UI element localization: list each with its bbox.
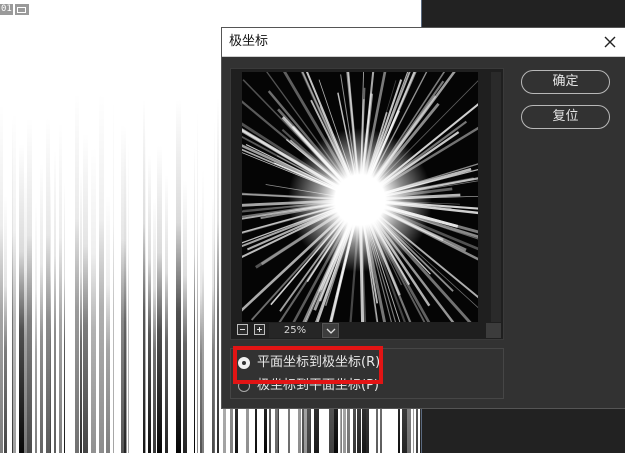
dialog-titlebar[interactable]: 极坐标 [222,28,625,57]
option-label: 极坐标到平面坐标(P) [257,378,379,393]
option-rect-to-polar[interactable]: 平面坐标到极坐标(R) [238,354,380,371]
zoom-in-icon[interactable] [254,324,265,335]
zoom-level: 25% [269,323,321,338]
document-tab-tag: 01 [0,4,29,15]
ok-button[interactable]: 确定 [521,70,610,94]
dialog-title: 极坐标 [229,34,269,49]
preview-scroll-corner [486,323,501,338]
preview-scrollbar[interactable] [491,72,501,322]
zoom-out-icon[interactable] [237,324,248,335]
reset-button[interactable]: 复位 [521,105,610,129]
polar-coordinates-dialog: 极坐标 25% 平面坐标到极坐标(R) 极坐标到平面坐标(P) 确定 复位 [221,27,625,409]
preview-panel [230,68,504,340]
option-label: 平面坐标到极坐标(R) [257,355,381,370]
image-icon [14,4,29,15]
conversion-options-group: 平面坐标到极坐标(R) 极坐标到平面坐标(P) [230,348,504,399]
zoom-dropdown-button[interactable] [322,323,339,338]
preview-image[interactable] [242,72,478,322]
option-polar-to-rect[interactable]: 极坐标到平面坐标(P) [238,377,379,394]
close-icon[interactable] [602,34,618,50]
radio-icon[interactable] [238,356,250,369]
chevron-down-icon [326,328,336,334]
document-tag-label: 01 [0,4,13,15]
radio-icon[interactable] [238,379,250,392]
starburst-preview [242,72,478,322]
